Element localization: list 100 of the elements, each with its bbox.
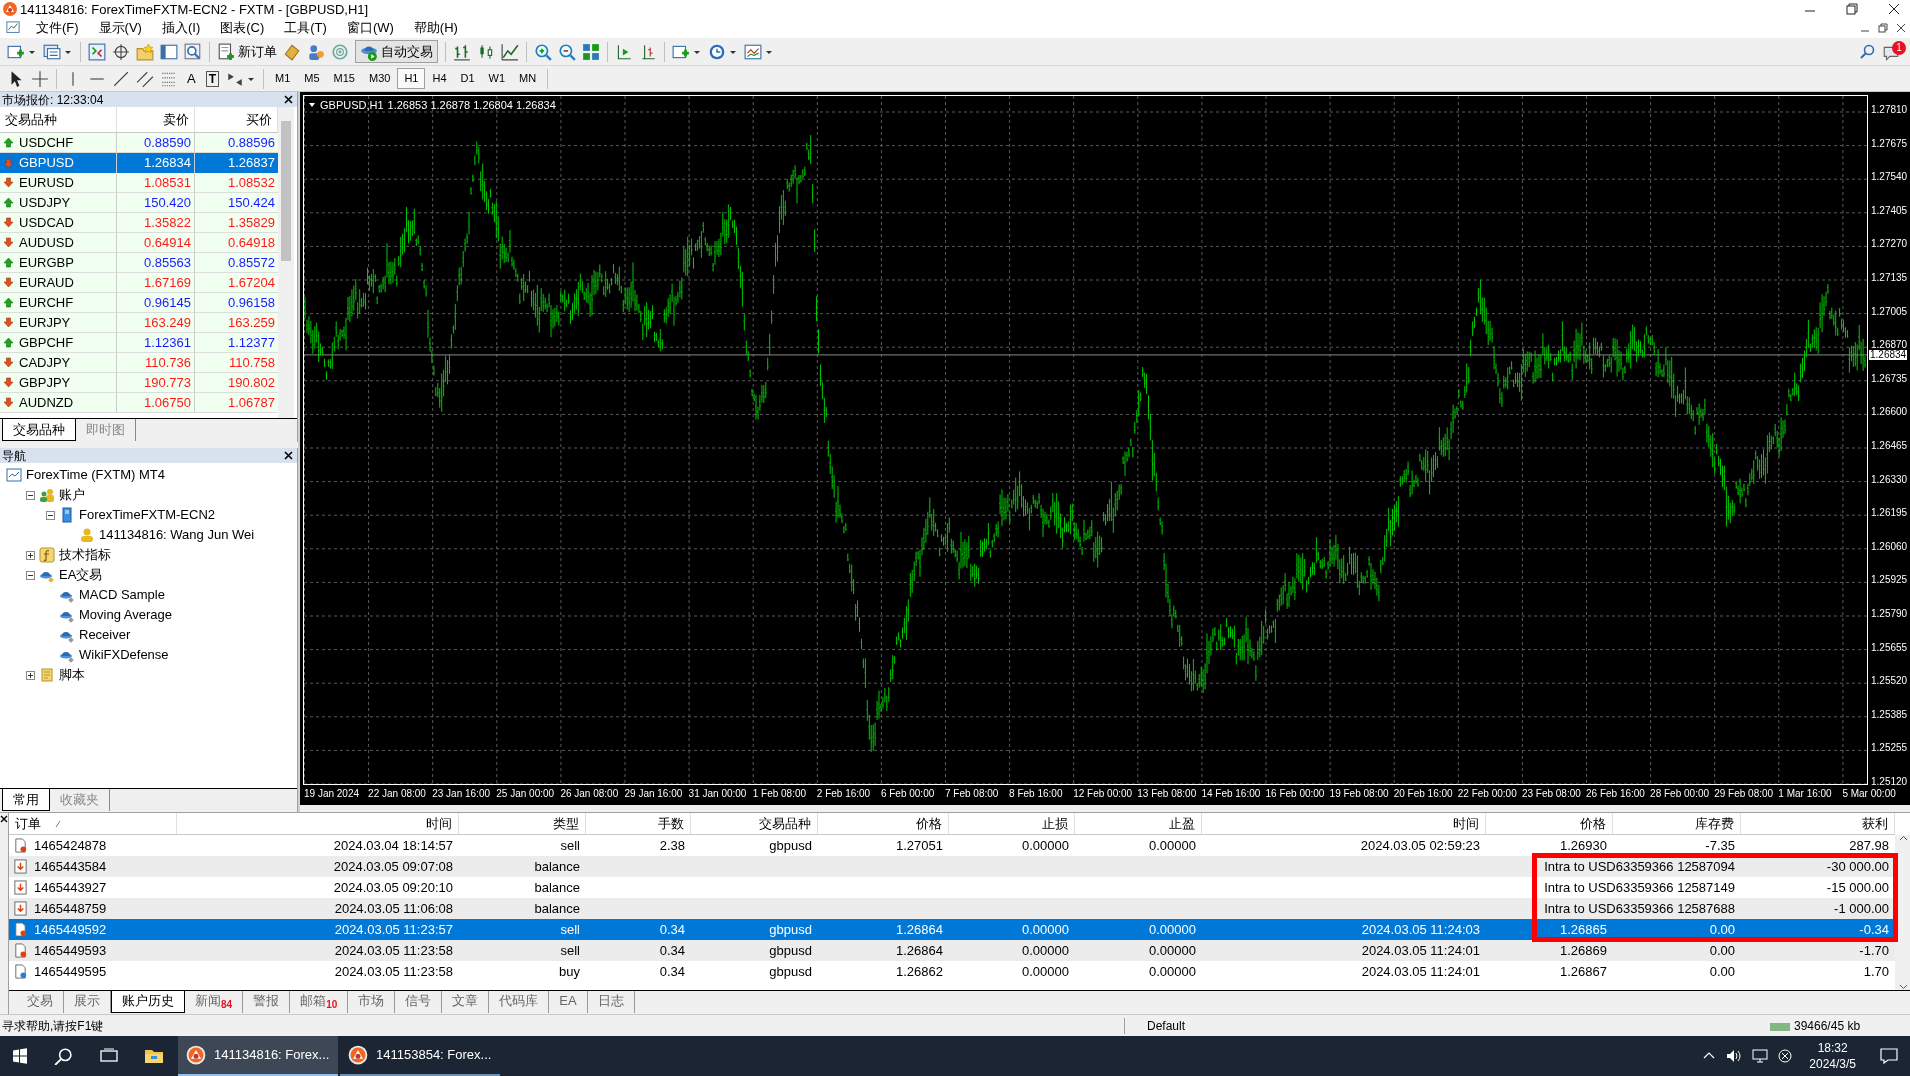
close-icon[interactable] <box>0 815 8 823</box>
panel-tab[interactable]: 信号 <box>395 991 443 1013</box>
notification-icon[interactable] <box>1880 1048 1898 1064</box>
expand-icon[interactable] <box>26 550 35 560</box>
folder-star-icon[interactable] <box>136 42 154 61</box>
panel-tab[interactable]: 日志 <box>587 991 635 1013</box>
channel-icon[interactable] <box>136 69 154 88</box>
column-header[interactable]: 时间 <box>177 813 459 834</box>
timeframe-button[interactable]: M5 <box>297 68 327 89</box>
chart-window-icon[interactable] <box>5 21 21 35</box>
menu-item[interactable]: 显示(V) <box>88 18 152 38</box>
sort-icon[interactable] <box>55 819 61 828</box>
task-view-icon[interactable] <box>100 1048 118 1064</box>
column-header[interactable]: 价格 <box>818 813 949 834</box>
blocked-icon[interactable] <box>1778 1049 1793 1063</box>
column-header[interactable]: 类型 <box>459 813 586 834</box>
folder-icon[interactable] <box>144 1047 164 1065</box>
zoom-out-icon[interactable] <box>558 42 576 61</box>
menu-item[interactable]: 工具(T) <box>274 18 337 38</box>
line-chart-icon[interactable] <box>501 42 519 61</box>
panel-tab[interactable]: 文章 <box>442 991 490 1013</box>
restore-icon[interactable] <box>1846 3 1858 15</box>
quote-row[interactable]: AUDUSD 0.64914 0.64918 <box>0 233 278 253</box>
timeframe-button[interactable]: M15 <box>326 68 362 89</box>
column-header[interactable]: 获利 <box>1741 813 1895 834</box>
history-row[interactable]: 1465449592 2024.03.05 11:23:57 sell 0.34 gbpusd 1.26864 0.00000 0.00000 2024.03.05 11:24:03 1.26865 0.00 -0.34 <box>9 919 1895 940</box>
template-icon[interactable] <box>744 42 762 61</box>
quote-row[interactable]: EURJPY 163.249 163.259 <box>0 313 278 333</box>
tree-item[interactable]: 技术指标 <box>59 545 111 565</box>
quote-row[interactable]: USDCHF 0.88590 0.88596 <box>0 133 278 153</box>
tile-windows-icon[interactable] <box>582 42 600 61</box>
collapse-icon[interactable] <box>26 570 35 580</box>
history-row[interactable]: 1465448759 2024.03.05 11:06:08 balance Intra to USD63359366 12587688 -1 000.00 <box>9 898 1895 919</box>
auto-trading-button[interactable]: 自动交易 <box>355 40 438 63</box>
close-icon[interactable] <box>1896 23 1906 33</box>
quote-row[interactable]: EURCHF 0.96145 0.96158 <box>0 293 278 313</box>
close-icon[interactable] <box>284 95 293 104</box>
panel-tab[interactable]: 交易 <box>17 991 64 1013</box>
tree-item[interactable]: 账户 <box>59 485 85 505</box>
tree-item[interactable]: 141134816: Wang Jun Wei <box>99 525 255 545</box>
trendline-icon[interactable] <box>112 69 130 88</box>
quote-row[interactable]: EURGBP 0.85563 0.85572 <box>0 253 278 273</box>
quote-row[interactable]: EURAUD 1.67169 1.67204 <box>0 273 278 293</box>
clock-date[interactable]: 2024/3/5 <box>1809 1056 1856 1072</box>
network-icon[interactable] <box>1752 1048 1769 1064</box>
timeframe-button[interactable]: D1 <box>453 68 482 89</box>
tree-item[interactable]: WikiFXDefense <box>79 645 169 665</box>
taskbar-app-button[interactable]: 141134816: Forex... <box>178 1036 338 1076</box>
column-header[interactable]: 止盈 <box>1075 813 1202 834</box>
quote-row[interactable]: GBPUSD 1.26834 1.26837 <box>0 153 278 173</box>
quote-row[interactable]: AUDNZD 1.06750 1.06787 <box>0 393 278 413</box>
panel-tab[interactable]: EA <box>549 991 588 1013</box>
timeframe-button[interactable]: M30 <box>362 68 398 89</box>
tree-item[interactable]: EA交易 <box>59 565 103 585</box>
scrollbar[interactable] <box>278 107 294 418</box>
panel-tab[interactable]: 代码库 <box>489 991 550 1013</box>
text-tool-button[interactable]: A <box>181 68 202 89</box>
scroll-up-icon[interactable] <box>1898 835 1908 841</box>
menu-item[interactable]: 插入(I) <box>151 18 211 38</box>
market-watch-icon[interactable] <box>88 42 106 61</box>
collapse-icon[interactable] <box>26 490 35 500</box>
column-header[interactable]: 时间 <box>1202 813 1486 834</box>
auto-scroll-icon[interactable] <box>615 42 633 61</box>
panel-tab[interactable]: 市场 <box>348 991 396 1013</box>
quote-row[interactable]: CADJPY 110.736 110.758 <box>0 353 278 373</box>
column-header[interactable]: 交易品种 <box>0 107 117 132</box>
zoom-in-icon[interactable] <box>534 42 552 61</box>
tree-item[interactable]: Moving Average <box>79 605 172 625</box>
quote-row[interactable]: EURUSD 1.08531 1.08532 <box>0 173 278 193</box>
timeframe-button[interactable]: W1 <box>481 68 513 89</box>
book-icon[interactable] <box>283 42 301 61</box>
tree-item[interactable]: 脚本 <box>59 665 85 685</box>
column-header[interactable]: 交易品种 <box>691 813 818 834</box>
tree-item[interactable]: MACD Sample <box>79 585 165 605</box>
chart-shift-icon[interactable] <box>639 42 657 61</box>
crosshair-icon[interactable] <box>112 42 130 61</box>
clock-time[interactable]: 18:32 <box>1817 1040 1848 1056</box>
column-header[interactable]: 手数 <box>586 813 691 834</box>
menu-item[interactable]: 文件(F) <box>26 18 89 38</box>
tree-item[interactable]: Receiver <box>79 625 131 645</box>
magnifier-window-icon[interactable] <box>184 42 202 61</box>
menu-item[interactable]: 图表(C) <box>210 18 275 38</box>
column-header[interactable]: 止损 <box>949 813 1075 834</box>
column-header[interactable]: 库存费 <box>1613 813 1741 834</box>
collapse-icon[interactable] <box>46 510 55 520</box>
text-label-button[interactable]: T <box>205 70 219 87</box>
profiles-icon[interactable] <box>43 42 61 61</box>
history-row[interactable]: 1465449593 2024.03.05 11:23:58 sell 0.34 gbpusd 1.26864 0.00000 0.00000 2024.03.05 11:24:01 1.26869 0.00 -1.70 <box>9 940 1895 961</box>
quote-row[interactable]: USDJPY 150.420 150.424 <box>0 193 278 213</box>
quote-row[interactable]: USDCAD 1.35822 1.35829 <box>0 213 278 233</box>
tree-item[interactable]: ForexTime (FXTM) MT4 <box>26 465 165 485</box>
windows-logo-icon[interactable] <box>12 1048 28 1064</box>
scroll-down-icon[interactable] <box>1898 984 1908 990</box>
quote-row[interactable]: GBPJPY 190.773 190.802 <box>0 373 278 393</box>
timeframe-button[interactable]: H1 <box>397 68 426 89</box>
panel-tab[interactable]: 警报 <box>243 991 291 1013</box>
tree-item[interactable]: ForexTimeFXTM-ECN2 <box>79 505 216 525</box>
column-header[interactable]: 订单 <box>15 813 41 834</box>
candlestick-icon[interactable] <box>477 42 495 61</box>
new-order-button[interactable]: 新订单 <box>214 41 280 62</box>
